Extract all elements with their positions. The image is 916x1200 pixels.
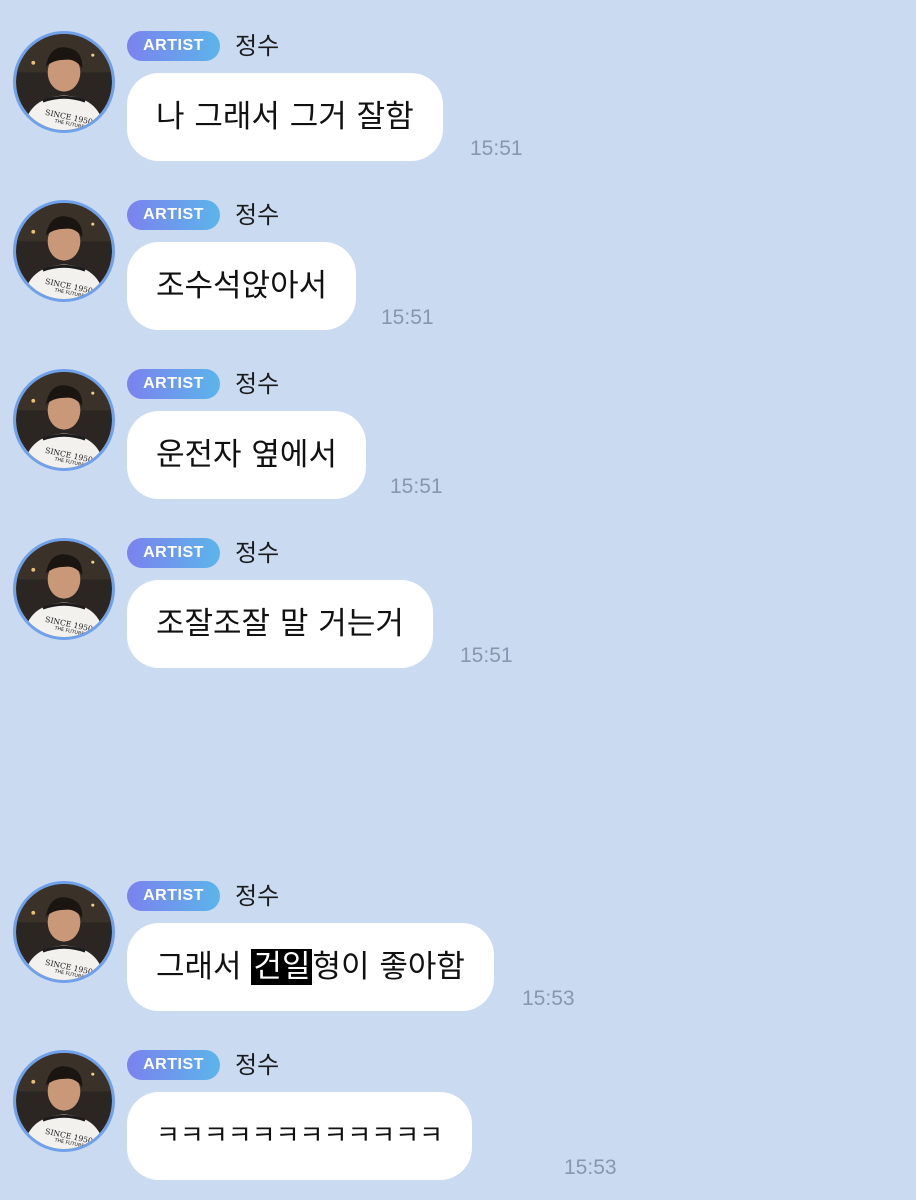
highlighted-text: 건일 [251, 949, 313, 985]
artist-badge: ARTIST [127, 538, 220, 568]
message-text: 그래서 [156, 949, 252, 985]
chat-message: SINCE 1950 THE FUTURE ARTIST 정수 조잘조잘 말 거… [0, 507, 916, 668]
message-time: 15:51 [390, 475, 443, 498]
chat-message: SINCE 1950 THE FUTURE ARTIST 정수 나 그래서 그거… [0, 0, 916, 161]
sender-name: 정수 [235, 539, 280, 567]
sender-name: 정수 [235, 882, 280, 910]
message-time: 15:51 [470, 137, 523, 160]
chat-message: SINCE 1950 THE FUTURE ARTIST 정수 그래서 건일형이… [0, 850, 916, 1011]
message-time: 15:51 [381, 306, 434, 329]
sender-name: 정수 [235, 1051, 280, 1079]
message-time: 15:53 [564, 1156, 617, 1179]
profile-photo-icon: SINCE 1950 THE FUTURE [16, 884, 112, 980]
message-bubble[interactable]: 나 그래서 그거 잘함 [127, 73, 443, 161]
message-bubble[interactable]: ㅋㅋㅋㅋㅋㅋㅋㅋㅋㅋㅋㅋ [127, 1092, 473, 1180]
message-time: 15:51 [460, 644, 513, 667]
artist-badge: ARTIST [127, 881, 220, 911]
sender-name: 정수 [235, 370, 280, 398]
profile-photo-icon: SINCE 1950 THE FUTURE [16, 203, 112, 299]
avatar[interactable]: SINCE 1950 THE FUTURE [13, 31, 115, 133]
avatar[interactable]: SINCE 1950 THE FUTURE [13, 881, 115, 983]
profile-photo-icon: SINCE 1950 THE FUTURE [16, 372, 112, 468]
artist-badge: ARTIST [127, 31, 220, 61]
message-text: 형이 좋아함 [312, 949, 465, 985]
sender-name: 정수 [235, 32, 280, 60]
sender-name: 정수 [235, 201, 280, 229]
message-bubble[interactable]: 조잘조잘 말 거는거 [127, 580, 433, 668]
avatar[interactable]: SINCE 1950 THE FUTURE [13, 369, 115, 471]
artist-badge: ARTIST [127, 369, 220, 399]
artist-badge: ARTIST [127, 1050, 220, 1080]
artist-badge: ARTIST [127, 200, 220, 230]
chat-message: SINCE 1950 THE FUTURE ARTIST 정수 ㅋㅋㅋㅋㅋㅋㅋㅋ… [0, 1019, 916, 1180]
profile-photo-icon: SINCE 1950 THE FUTURE [16, 34, 112, 130]
message-bubble[interactable]: 그래서 건일형이 좋아함 [127, 923, 494, 1011]
message-bubble[interactable]: 운전자 옆에서 [127, 411, 366, 499]
message-time: 15:53 [522, 987, 575, 1010]
avatar[interactable]: SINCE 1950 THE FUTURE [13, 538, 115, 640]
profile-photo-icon: SINCE 1950 THE FUTURE [16, 541, 112, 637]
avatar[interactable]: SINCE 1950 THE FUTURE [13, 200, 115, 302]
avatar[interactable]: SINCE 1950 THE FUTURE [13, 1050, 115, 1152]
profile-photo-icon: SINCE 1950 THE FUTURE [16, 1053, 112, 1149]
chat-message: SINCE 1950 THE FUTURE ARTIST 정수 운전자 옆에서 … [0, 338, 916, 499]
message-bubble[interactable]: 조수석앉아서 [127, 242, 357, 330]
chat-message: SINCE 1950 THE FUTURE ARTIST 정수 조수석앉아서 1… [0, 169, 916, 330]
